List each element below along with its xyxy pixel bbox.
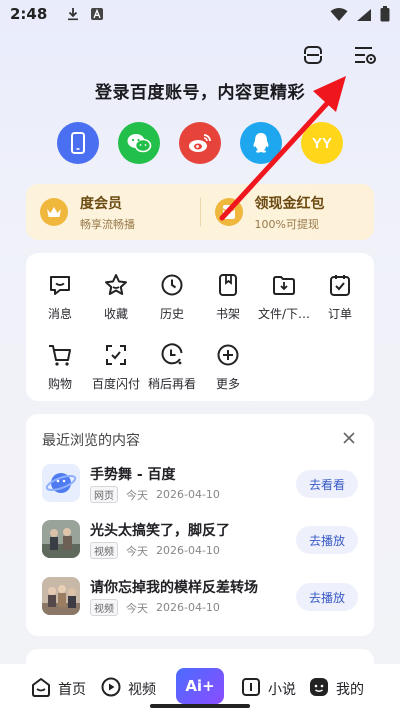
recent-title: 最近浏览的内容: [42, 433, 140, 449]
play-button[interactable]: 去播放: [296, 583, 358, 611]
recent-item-meta: 视频 今天 2026-04-10: [90, 599, 220, 616]
yy-login-button[interactable]: YY: [301, 122, 343, 164]
phone-login-button[interactable]: [57, 122, 99, 164]
phone-icon: [71, 132, 85, 154]
video-icon: [100, 676, 122, 702]
recent-item-title: 手势舞 - 百度: [90, 467, 176, 483]
grid-item-watch-later[interactable]: 稍后再看: [144, 341, 200, 392]
function-grid: 消息 收藏 历史 书架 文件/下… 订单 购物 百度闪付 稍后再看 更多: [26, 253, 374, 401]
recent-item-meta: 网页 今天 2026-04-10: [90, 486, 220, 503]
book-icon: [240, 676, 262, 702]
scan-icon[interactable]: [300, 42, 326, 68]
bottom-nav: 首页 视频 Ai+ 小说 我的: [0, 664, 400, 710]
battery-icon: [380, 6, 390, 26]
open-page-button[interactable]: 去看看: [296, 470, 358, 498]
recent-item-day: 今天: [126, 544, 148, 558]
redpack-title: 领现金红包: [254, 195, 325, 212]
status-time: 2:48: [10, 5, 48, 23]
nav-mine[interactable]: 我的: [308, 676, 364, 702]
grid-item-shopping[interactable]: 购物: [32, 341, 88, 392]
nav-home-label: 首页: [58, 682, 86, 698]
recent-item-title: 请你忘掉我的模样反差转场: [90, 580, 258, 596]
folder-download-icon: [270, 271, 298, 299]
grid-item-baidu-pay[interactable]: 百度闪付: [88, 341, 144, 392]
nav-video-label: 视频: [128, 682, 156, 698]
nav-home[interactable]: 首页: [30, 676, 86, 702]
nav-video[interactable]: 视频: [100, 676, 156, 702]
grid-item-favorites[interactable]: 收藏: [88, 271, 144, 322]
grid-item-files[interactable]: 文件/下…: [256, 271, 312, 322]
recent-item-date: 2026-04-10: [156, 601, 220, 614]
grid-item-orders[interactable]: 订单: [312, 271, 368, 322]
recent-item-meta: 视频 今天 2026-04-10: [90, 542, 220, 559]
top-toolbar: [300, 42, 378, 68]
nav-novel-label: 小说: [268, 682, 296, 698]
video-thumbnail: [42, 577, 80, 615]
notification-a-icon: [89, 6, 105, 22]
grid-item-messages[interactable]: 消息: [32, 271, 88, 322]
recent-item[interactable]: 光头太搞笑了，脚反了 视频 今天 2026-04-10 去播放: [42, 520, 358, 562]
content-type-badge: 网页: [90, 486, 118, 503]
vip-member-subtitle: 畅享流畅播: [80, 217, 135, 231]
wifi-icon: [330, 7, 348, 26]
recent-item-date: 2026-04-10: [156, 488, 220, 501]
recent-item-date: 2026-04-10: [156, 544, 220, 557]
content-type-badge: 视频: [90, 599, 118, 616]
recent-item-day: 今天: [126, 488, 148, 502]
recent-item-title: 光头太搞笑了，脚反了: [90, 523, 230, 539]
login-prompt-title[interactable]: 登录百度账号，内容更精彩: [0, 78, 400, 103]
recent-browsing-card: 最近浏览的内容 手势舞 - 百度 网页 今天 2026-04-10 去看看 光头…: [26, 414, 374, 636]
signal-icon: [356, 7, 372, 26]
vip-member-entry[interactable]: 度会员 畅享流畅播: [26, 184, 200, 240]
vip-card: 度会员 畅享流畅播 领现金红包 100%可提现: [26, 184, 374, 240]
redpack-subtitle: 100%可提现: [254, 217, 319, 231]
vip-member-title: 度会员: [80, 195, 122, 212]
nav-ai-button[interactable]: Ai+: [176, 668, 224, 704]
recent-item[interactable]: 手势舞 - 百度 网页 今天 2026-04-10 去看看: [42, 464, 358, 506]
red-packet-icon: [214, 198, 243, 226]
status-bar: 2:48: [0, 0, 400, 28]
login-providers: YY: [57, 122, 343, 164]
gesture-home-bar: [150, 704, 250, 708]
settings-icon[interactable]: [352, 42, 378, 68]
yy-icon: YY: [311, 134, 332, 152]
grid-item-bookshelf[interactable]: 书架: [200, 271, 256, 322]
nav-mine-label: 我的: [336, 682, 364, 698]
message-icon: [46, 271, 74, 299]
wechat-icon: [127, 134, 152, 153]
home-icon: [30, 676, 52, 702]
cart-icon: [46, 341, 74, 369]
recent-item[interactable]: 请你忘掉我的模样反差转场 视频 今天 2026-04-10 去播放: [42, 577, 358, 619]
grid-item-more[interactable]: 更多: [200, 341, 256, 392]
grid-item-history[interactable]: 历史: [144, 271, 200, 322]
bookmark-icon: [214, 271, 242, 299]
play-button[interactable]: 去播放: [296, 526, 358, 554]
nav-novel[interactable]: 小说: [240, 676, 296, 702]
video-thumbnail: [42, 520, 80, 558]
qq-login-button[interactable]: [240, 122, 282, 164]
web-thumb-icon: [42, 464, 80, 502]
crown-icon: [40, 198, 68, 226]
clock-icon: [158, 271, 186, 299]
star-icon: [102, 271, 130, 299]
recent-item-day: 今天: [126, 601, 148, 615]
weibo-login-button[interactable]: [179, 122, 221, 164]
redpack-entry[interactable]: 领现金红包 100%可提现: [201, 184, 375, 240]
qq-icon: [253, 133, 269, 153]
scan-pay-icon: [102, 341, 130, 369]
profile-face-icon: [308, 676, 330, 702]
weibo-icon: [189, 134, 211, 152]
later-icon: [158, 341, 186, 369]
plus-icon: [214, 341, 242, 369]
download-icon: [65, 6, 81, 22]
close-icon[interactable]: [342, 430, 358, 446]
content-type-badge: 视频: [90, 542, 118, 559]
order-icon: [326, 271, 354, 299]
wechat-login-button[interactable]: [118, 122, 160, 164]
